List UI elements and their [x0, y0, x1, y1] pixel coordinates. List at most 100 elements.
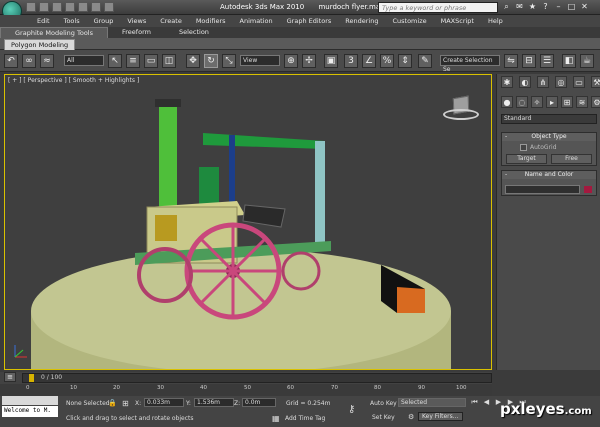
angle-snap-icon[interactable]: ∠ — [362, 54, 376, 68]
lock-selection-icon[interactable]: 🔒 — [108, 399, 117, 407]
reference-coordinate-dropdown[interactable]: View — [240, 55, 280, 66]
window-crossing-icon[interactable]: ◫ — [162, 54, 176, 68]
render-setup-icon[interactable]: ◧ — [562, 54, 576, 68]
open-mini-curve-editor-icon[interactable]: ≡ — [4, 372, 16, 382]
minimize-icon[interactable]: – — [554, 2, 563, 11]
selection-filter-dropdown[interactable]: All — [64, 55, 104, 66]
name-and-color-header[interactable]: - Name and Color — [502, 171, 596, 179]
qat-dropdown-icon[interactable] — [104, 2, 114, 12]
display-tab-icon[interactable]: ▭ — [573, 76, 585, 88]
time-tag-icon[interactable]: ▦ — [272, 414, 280, 423]
align-icon[interactable]: ⊟ — [522, 54, 536, 68]
help-icon[interactable]: ? — [541, 2, 550, 11]
menu-create[interactable]: Create — [153, 15, 189, 27]
menu-maxscript[interactable]: MAXScript — [434, 15, 481, 27]
y-coordinate-field[interactable]: 1.536m — [194, 398, 234, 407]
key-mode-dropdown[interactable]: Selected — [398, 398, 466, 407]
select-by-name-icon[interactable]: ≡ — [126, 54, 140, 68]
go-to-start-icon[interactable]: ⏮ — [470, 398, 479, 407]
project-folder-icon[interactable] — [91, 2, 101, 12]
add-time-tag[interactable]: Add Time Tag — [285, 415, 325, 422]
utilities-tab-icon[interactable]: ⚒ — [591, 76, 600, 88]
mirror-icon[interactable]: ⇋ — [504, 54, 518, 68]
move-icon[interactable]: ✥ — [186, 54, 200, 68]
undo-toolbar-icon[interactable]: ↶ — [4, 54, 18, 68]
redo-icon[interactable] — [78, 2, 88, 12]
tab-graphite-modeling-tools[interactable]: Graphite Modeling Tools — [0, 27, 109, 38]
time-slider[interactable]: 0 / 100 — [22, 373, 492, 383]
hierarchy-tab-icon[interactable]: ⋔ — [537, 76, 549, 88]
systems-icon[interactable]: ⚙ — [591, 96, 600, 108]
autogrid-checkbox[interactable]: AutoGrid — [520, 144, 596, 151]
communication-icon[interactable]: ✉ — [515, 2, 524, 11]
perspective-viewport[interactable]: [ + ] [ Perspective ] [ Smooth + Highlig… — [4, 74, 492, 370]
tab-freeform[interactable]: Freeform — [108, 27, 165, 38]
motion-tab-icon[interactable]: ◎ — [555, 76, 567, 88]
open-file-icon[interactable] — [39, 2, 49, 12]
menu-edit[interactable]: Edit — [30, 15, 57, 27]
search-icon[interactable]: ⌕ — [502, 2, 511, 11]
menu-modifiers[interactable]: Modifiers — [189, 15, 233, 27]
cameras-icon[interactable]: ▸ — [546, 96, 558, 108]
scale-icon[interactable]: ⤡ — [222, 54, 236, 68]
key-filters-button[interactable]: Key Filters... — [418, 412, 463, 421]
x-coordinate-field[interactable]: 0.033m — [144, 398, 184, 407]
set-key-button[interactable]: Set Key — [372, 414, 395, 421]
edit-named-selection-icon[interactable]: ✎ — [418, 54, 432, 68]
free-button[interactable]: Free — [551, 154, 592, 164]
menu-group[interactable]: Group — [87, 15, 121, 27]
maxscript-listener-top[interactable] — [2, 396, 58, 405]
undo-icon[interactable] — [65, 2, 75, 12]
layer-manager-icon[interactable]: ☰ — [540, 54, 554, 68]
rotate-icon[interactable]: ↻ — [204, 54, 218, 68]
object-type-header[interactable]: - Object Type — [502, 133, 596, 141]
menu-views[interactable]: Views — [120, 15, 153, 27]
lights-icon[interactable]: ✧ — [531, 96, 543, 108]
viewcube[interactable] — [443, 95, 479, 121]
create-tab-icon[interactable]: ✱ — [501, 76, 513, 88]
pivot-icon[interactable]: ⊕ — [284, 54, 298, 68]
render-icon[interactable]: ☕ — [580, 54, 594, 68]
category-dropdown[interactable]: Standard — [501, 114, 597, 124]
previous-frame-icon[interactable]: ◀ — [482, 398, 491, 407]
modify-tab-icon[interactable]: ◐ — [519, 76, 531, 88]
track-bar-ruler[interactable]: 0 10 20 30 40 50 60 70 80 90 100 — [0, 384, 492, 396]
key-filter-icon[interactable]: ⚙ — [408, 413, 414, 421]
shapes-icon[interactable]: ◌ — [516, 96, 528, 108]
menu-animation[interactable]: Animation — [233, 15, 280, 27]
key-icon[interactable]: ⚷ — [348, 404, 355, 415]
viewcube-ring[interactable] — [443, 109, 479, 120]
helpers-icon[interactable]: ⊞ — [561, 96, 573, 108]
percent-snap-icon[interactable]: % — [380, 54, 394, 68]
keyboard-shortcut-icon[interactable]: ▣ — [324, 54, 338, 68]
spinner-snap-icon[interactable]: ⇕ — [398, 54, 412, 68]
select-object-icon[interactable]: ↖ — [108, 54, 122, 68]
time-slider-thumb[interactable] — [29, 374, 34, 382]
favorites-icon[interactable]: ★ — [528, 2, 537, 11]
tab-selection[interactable]: Selection — [165, 27, 223, 38]
restore-icon[interactable]: □ — [567, 2, 576, 11]
new-file-icon[interactable] — [26, 2, 36, 12]
menu-graph-editors[interactable]: Graph Editors — [280, 15, 339, 27]
target-button[interactable]: Target — [506, 154, 547, 164]
menu-rendering[interactable]: Rendering — [338, 15, 385, 27]
menu-help[interactable]: Help — [481, 15, 510, 27]
object-name-input[interactable] — [505, 185, 580, 194]
absolute-mode-icon[interactable]: ⊞ — [122, 399, 129, 408]
link-icon[interactable]: ∞ — [22, 54, 36, 68]
menu-tools[interactable]: Tools — [57, 15, 87, 27]
geometry-icon[interactable]: ● — [501, 96, 513, 108]
maxscript-listener[interactable]: Welcome to M. — [2, 406, 58, 417]
named-selection-dropdown[interactable]: Create Selection Se — [440, 55, 500, 73]
space-warps-icon[interactable]: ≋ — [576, 96, 588, 108]
save-file-icon[interactable] — [52, 2, 62, 12]
unlink-icon[interactable]: ≈ — [40, 54, 54, 68]
search-input[interactable]: Type a keyword or phrase — [378, 2, 498, 13]
manipulate-icon[interactable]: ✢ — [302, 54, 316, 68]
z-coordinate-field[interactable]: 0.0m — [242, 398, 276, 407]
close-icon[interactable]: ✕ — [580, 2, 589, 11]
object-color-swatch[interactable] — [583, 185, 593, 194]
auto-key-button[interactable]: Auto Key — [370, 400, 397, 407]
menu-customize[interactable]: Customize — [385, 15, 433, 27]
snap-toggle-icon[interactable]: 3 — [344, 54, 358, 68]
